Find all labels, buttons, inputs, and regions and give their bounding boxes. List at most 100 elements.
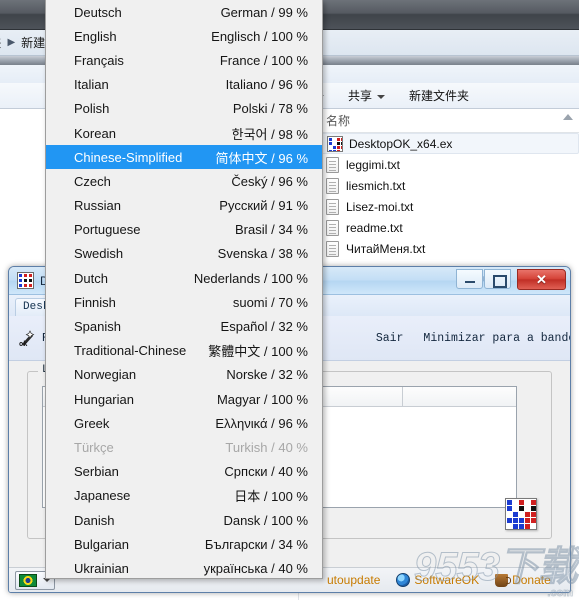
language-native-and-coverage: German / 99 % <box>220 4 308 20</box>
language-name: Dutch <box>74 270 108 286</box>
text-file-icon <box>326 198 339 215</box>
menu-item-language[interactable]: Polish Polski / 78 % <box>46 97 322 121</box>
menu-item-language[interactable]: Korean 한국어 / 98 % <box>46 121 322 145</box>
menu-item-language[interactable]: Deutsch German / 99 % <box>46 0 322 24</box>
language-name: Français <box>74 52 124 68</box>
exit-button[interactable]: Sair <box>366 332 414 345</box>
text-file-icon <box>326 240 339 257</box>
text-file-icon <box>326 177 339 194</box>
brazil-flag-icon <box>19 573 37 587</box>
minimize-button[interactable] <box>456 269 483 289</box>
language-native-and-coverage: Turkish / 40 % <box>225 439 308 455</box>
desktopok-icon <box>17 272 34 289</box>
magic-wand-icon: ok <box>19 329 37 348</box>
language-native-and-coverage: 한국어 / 98 % <box>231 126 308 142</box>
language-native-and-coverage: suomi / 70 % <box>232 294 308 310</box>
list-item[interactable]: DesktopOK_x64.ex <box>320 133 579 154</box>
menu-item-language[interactable]: Norwegian Norske / 32 % <box>46 363 322 387</box>
language-name: Chinese-Simplified <box>74 149 183 165</box>
breadcrumb-separator-icon: ▶ <box>7 37 16 48</box>
language-name: Japanese <box>74 488 131 504</box>
column-header-name[interactable]: 名称 <box>300 109 579 133</box>
menu-item-language[interactable]: Italian Italiano / 96 % <box>46 73 322 97</box>
language-name: Serbian <box>74 464 119 480</box>
language-name: Greek <box>74 415 110 431</box>
language-native-and-coverage: Magyar / 100 % <box>216 391 308 407</box>
list-item[interactable]: Lisez-moi.txt <box>300 196 579 217</box>
list-item[interactable]: readme.txt <box>300 217 579 238</box>
language-native-and-coverage: Русский / 91 % <box>219 198 308 214</box>
menu-item-language[interactable]: Traditional-Chinese 繁體中文 / 100 % <box>46 339 322 363</box>
menu-item-language[interactable]: Finnish suomi / 70 % <box>46 290 322 314</box>
language-native-and-coverage: Český / 96 % <box>231 173 308 189</box>
close-icon: ✕ <box>536 271 547 287</box>
list-item[interactable]: leggimi.txt <box>300 154 579 175</box>
donate-link[interactable]: Donate <box>487 573 559 587</box>
softwareok-link[interactable]: SoftwareOK <box>388 573 487 587</box>
list-item-label: ЧитайМеня.txt <box>346 241 426 256</box>
language-name: Russian <box>74 198 121 214</box>
menu-item-language[interactable]: Swedish Svenska / 38 % <box>46 242 322 266</box>
list-item[interactable]: liesmich.txt <box>300 175 579 196</box>
menu-item-language[interactable]: English Englisch / 100 % <box>46 24 322 48</box>
toolbar-new-folder-button[interactable]: 新建文件夹 <box>397 87 481 104</box>
text-file-icon <box>326 219 339 236</box>
language-name: Czech <box>74 173 111 189</box>
language-name: Traditional-Chinese <box>74 343 187 359</box>
language-name: Deutsch <box>74 4 122 20</box>
menu-item-language[interactable]: Spanish Español / 32 % <box>46 314 322 338</box>
close-button[interactable]: ✕ <box>517 269 566 290</box>
language-name: Spanish <box>74 319 121 335</box>
menu-item-language[interactable]: Bulgarian Български / 34 % <box>46 532 322 556</box>
list-item[interactable]: ЧитайМеня.txt <box>300 238 579 259</box>
language-native-and-coverage: Српски / 40 % <box>224 464 308 480</box>
list-item-label: readme.txt <box>346 220 403 235</box>
menu-item-language: Türkçe Turkish / 40 % <box>46 435 322 459</box>
maximize-button[interactable] <box>484 269 511 289</box>
language-native-and-coverage: Español / 32 % <box>220 319 308 335</box>
language-native-and-coverage: Svenska / 38 % <box>217 246 308 262</box>
language-name: Danish <box>74 512 115 528</box>
language-name: Türkçe <box>74 439 114 455</box>
menu-item-language[interactable]: Français France / 100 % <box>46 48 322 72</box>
toolbar-share-button[interactable]: 共享 <box>336 87 397 104</box>
screen: ▶ 图片 ▶ 新建文件夹 ▶ 新建文件夹 ▶ Deskto 查看(V) 工具(T… <box>0 0 579 600</box>
text-file-icon <box>326 156 339 173</box>
language-name: English <box>74 28 117 44</box>
language-native-and-coverage: Nederlands / 100 % <box>193 270 308 286</box>
menu-item-language[interactable]: Czech Český / 96 % <box>46 169 322 193</box>
language-native-and-coverage: Brasil / 34 % <box>235 222 308 238</box>
list-item-label: Lisez-moi.txt <box>346 199 414 214</box>
menu-item-language[interactable]: Chinese-Simplified 简体中文 / 96 % <box>46 145 322 170</box>
minimize-to-tray-button[interactable]: Minimizar para a bandeja <box>413 332 570 345</box>
menu-item-language[interactable]: Dutch Nederlands / 100 % <box>46 266 322 290</box>
menu-item-language[interactable]: Russian Русский / 91 % <box>46 194 322 218</box>
globe-icon <box>396 573 411 587</box>
language-name: Bulgarian <box>74 536 129 552</box>
menu-item-language[interactable]: Greek Ελληνικά / 96 % <box>46 411 322 435</box>
menu-item-language[interactable]: Danish Dansk / 100 % <box>46 508 322 532</box>
column-header-extra[interactable] <box>403 387 516 406</box>
language-name: Portuguese <box>74 222 141 238</box>
menu-item-language[interactable]: Hungarian Magyar / 100 % <box>46 387 322 411</box>
language-native-and-coverage: Dansk / 100 % <box>223 512 308 528</box>
language-native-and-coverage: Englisch / 100 % <box>211 28 308 44</box>
language-native-and-coverage: 繁體中文 / 100 % <box>208 344 308 360</box>
menu-item-language[interactable]: Serbian Српски / 40 % <box>46 460 322 484</box>
language-name: Ukrainian <box>74 560 129 576</box>
language-native-and-coverage: Polski / 78 % <box>232 101 308 117</box>
list-item-label: DesktopOK_x64.ex <box>349 136 453 151</box>
menu-item-language[interactable]: Ukrainian українська / 40 % <box>46 556 322 578</box>
language-native-and-coverage: українська / 40 % <box>203 560 308 576</box>
coffee-cup-icon <box>495 573 512 587</box>
menu-item-language[interactable]: Portuguese Brasil / 34 % <box>46 218 322 242</box>
desktop-preview-thumbnail[interactable] <box>505 498 537 530</box>
autoupdate-link[interactable]: utoupdate <box>319 573 388 587</box>
menu-item-language[interactable]: Japanese 日本 / 100 % <box>46 484 322 508</box>
language-native-and-coverage: Ελληνικά / 96 % <box>215 415 308 431</box>
language-context-menu[interactable]: Deutsch German / 99 % English Englisch / 10… <box>45 0 323 579</box>
language-name: Swedish <box>74 246 124 262</box>
language-name: Italian <box>74 77 109 93</box>
language-native-and-coverage: Norske / 32 % <box>226 367 308 383</box>
list-item-label: leggimi.txt <box>346 157 401 172</box>
